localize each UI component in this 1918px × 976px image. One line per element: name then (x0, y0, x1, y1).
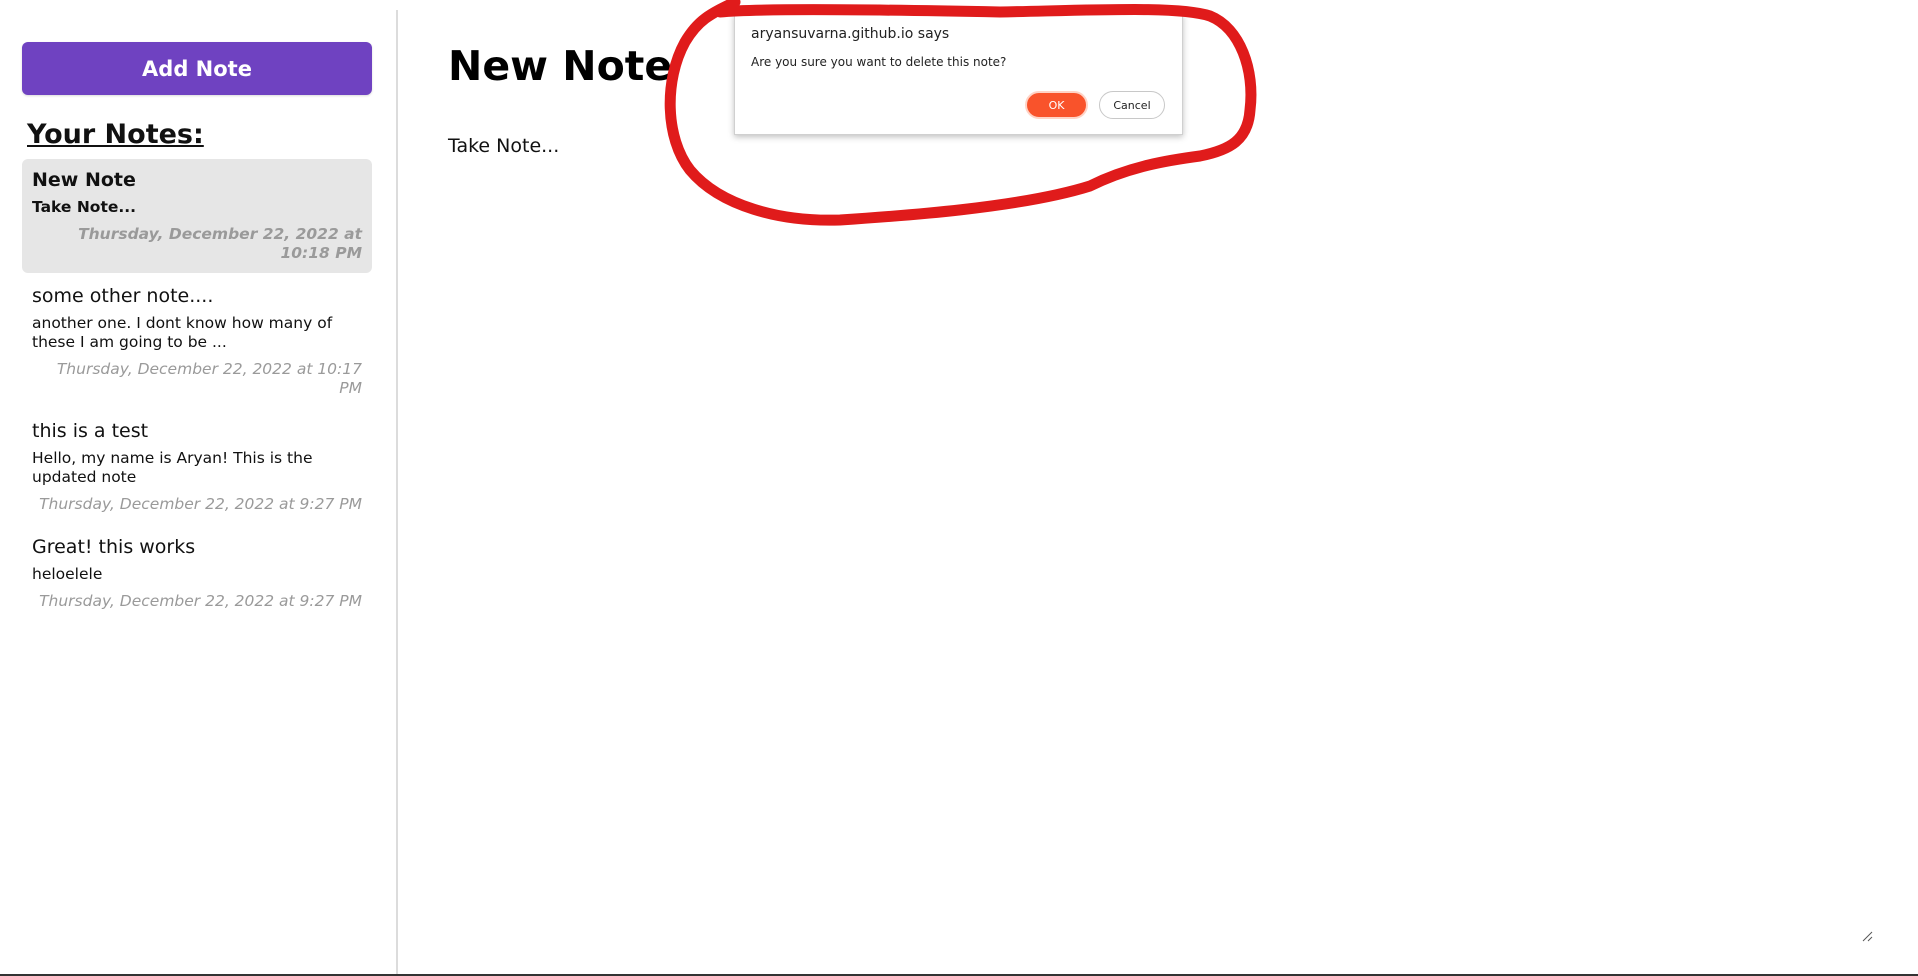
resize-grip-icon[interactable] (1861, 930, 1873, 942)
note-title: New Note (32, 169, 136, 191)
note-preview: Hello, my name is Aryan! This is the upd… (32, 449, 313, 486)
note-item[interactable]: Great! this works heloelele Thursday, De… (22, 526, 372, 621)
note-preview: Take Note... (32, 198, 137, 216)
notes-app: Add Note Your Notes: New Note Take Note.… (0, 0, 1918, 976)
dialog-message: Are you sure you want to delete this not… (751, 55, 1007, 69)
sidebar: Add Note Your Notes: New Note Take Note.… (0, 0, 397, 976)
confirm-dialog: aryansuvarna.github.io says Are you sure… (734, 14, 1183, 135)
add-note-button[interactable]: Add Note (22, 42, 372, 95)
note-date: Thursday, December 22, 2022 at 10:18 PM (78, 225, 362, 262)
cancel-button[interactable]: Cancel (1099, 91, 1165, 119)
notes-heading: Your Notes: (27, 119, 204, 150)
note-list: New Note Take Note... Thursday, December… (22, 159, 372, 623)
note-title-input[interactable]: New Note (448, 42, 672, 90)
note-date: Thursday, December 22, 2022 at 10:17 PM (56, 360, 362, 397)
note-body-textarea[interactable]: Take Note... (448, 135, 559, 157)
sidebar-divider (396, 10, 398, 976)
note-title: this is a test (32, 420, 149, 442)
note-preview: heloelele (32, 565, 103, 583)
note-preview: another one. I dont know how many of the… (32, 314, 333, 351)
ok-button[interactable]: OK (1025, 91, 1088, 119)
note-item[interactable]: some other note.... another one. I dont … (22, 275, 372, 408)
dialog-origin: aryansuvarna.github.io says (751, 26, 950, 42)
note-item[interactable]: this is a test Hello, my name is Aryan! … (22, 410, 372, 524)
note-item[interactable]: New Note Take Note... Thursday, December… (22, 159, 372, 273)
note-title: Great! this works (32, 536, 196, 558)
note-title: some other note.... (32, 285, 214, 307)
note-date: Thursday, December 22, 2022 at 9:27 PM (39, 495, 362, 513)
note-date: Thursday, December 22, 2022 at 9:27 PM (39, 592, 362, 610)
